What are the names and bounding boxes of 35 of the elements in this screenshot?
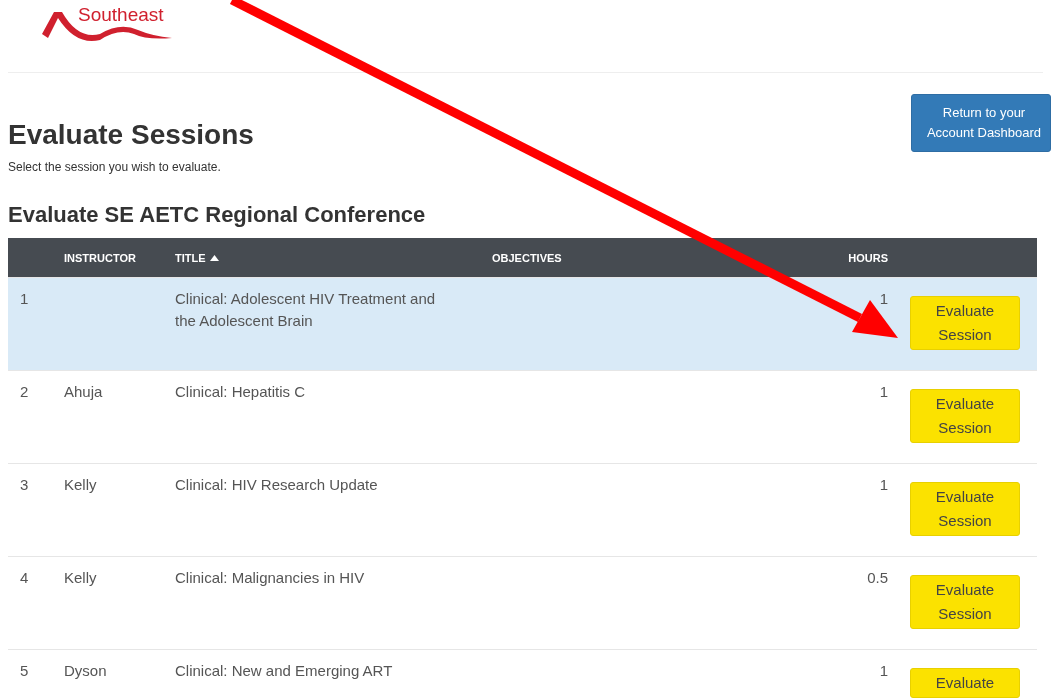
title-cell: Clinical: HIV Research Update	[175, 476, 378, 493]
return-dashboard-button[interactable]: Return to your Account Dashboard	[911, 94, 1051, 152]
evaluate-session-button[interactable]: Evaluate Session	[910, 389, 1020, 443]
title-cell: Clinical: New and Emerging ART	[175, 662, 393, 679]
column-header[interactable]: HOURS	[848, 251, 888, 264]
column-header[interactable]: OBJECTIVES	[492, 251, 562, 264]
evaluate-session-button[interactable]: Evaluate Session	[910, 575, 1020, 629]
title-cell: Clinical: Hepatitis C	[175, 383, 306, 400]
table-row[interactable]: 1 Clinical: Adolescent HIV Treatment and the Adolescent Brain 1 Evaluate Session	[8, 277, 1037, 370]
instructor-cell: Kelly	[64, 476, 97, 493]
page-subtitle: Select the session you wish to evaluate.	[8, 160, 222, 174]
hours-cell: 1	[879, 662, 888, 679]
instructor-cell: Ahuja	[64, 383, 103, 400]
row-number: 4	[20, 569, 29, 586]
row-number: 3	[20, 476, 29, 493]
column-header[interactable]: INSTRUCTOR	[64, 251, 136, 264]
table-row[interactable]: 5 Dyson Clinical: New and Emerging ART 1 Evaluate	[8, 649, 1037, 699]
evaluate-session-button[interactable]: Evaluate	[910, 668, 1020, 698]
row-number: 5	[20, 662, 29, 679]
page-title: Evaluate Sessions	[8, 118, 254, 152]
hours-cell: 1	[879, 383, 888, 400]
evaluate-session-button[interactable]: Evaluate Session	[910, 482, 1020, 536]
logo-text: Southeast	[78, 4, 164, 26]
hours-cell: 0.5	[867, 569, 888, 586]
row-number: 2	[20, 383, 29, 400]
section-title: Evaluate SE AETC Regional Conference	[8, 202, 427, 228]
hours-cell: 1	[879, 290, 888, 307]
instructor-cell: Kelly	[64, 569, 97, 586]
evaluate-session-button[interactable]: Evaluate Session	[910, 296, 1020, 350]
column-header[interactable]: TITLE	[175, 251, 206, 264]
instructor-cell: Dyson	[64, 662, 107, 679]
row-number: 1	[20, 290, 29, 307]
title-cell: Clinical: Adolescent HIV Treatment and the Adolescent Brain	[175, 290, 436, 329]
title-cell: Clinical: Malignancies in HIV	[175, 569, 365, 586]
hours-cell: 1	[879, 476, 888, 493]
